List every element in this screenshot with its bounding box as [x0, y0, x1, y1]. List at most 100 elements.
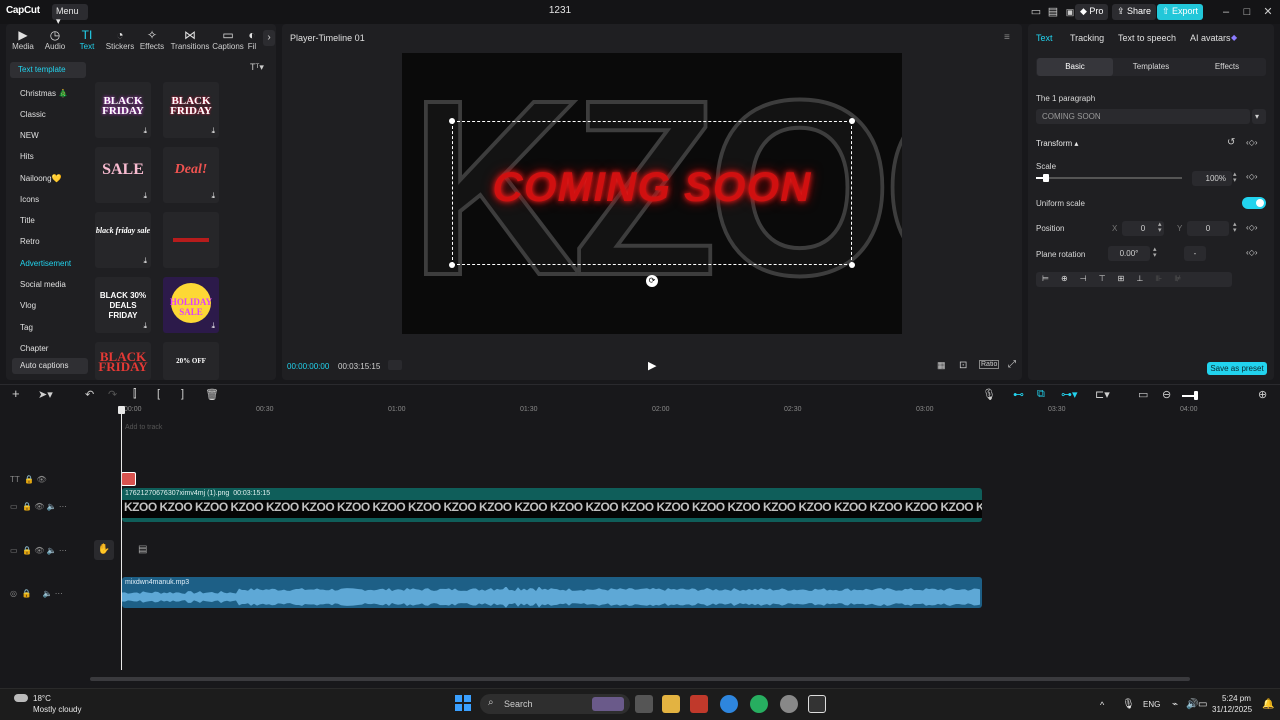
shortcuts-icon[interactable]: ▤ [1045, 4, 1061, 20]
tab-transitions[interactable]: ⋈ Transitions [170, 28, 210, 51]
transform-section[interactable]: Transform ▴ [1036, 139, 1078, 148]
template-thumb[interactable]: BLACK 30% DEALS FRIDAY ⤓ [95, 277, 151, 333]
pro-button[interactable]: ◆ Pro [1075, 4, 1109, 20]
uniform-scale-toggle[interactable] [1242, 197, 1266, 209]
lock-icon[interactable]: 🔒 [22, 546, 32, 555]
file-explorer-icon[interactable] [662, 695, 680, 713]
lock-icon[interactable]: 🔒 [21, 589, 31, 598]
clock-time[interactable]: 5:24 pm [1222, 694, 1251, 703]
capcut-taskbar-icon[interactable] [808, 695, 826, 713]
keyframe-icon[interactable]: ‹◇› [1246, 138, 1257, 147]
download-icon[interactable]: ⤓ [143, 321, 147, 331]
task-view-icon[interactable] [635, 695, 653, 713]
category-auto-captions[interactable]: Auto captions [12, 358, 88, 374]
tab-filters[interactable]: ◐ Fil [244, 28, 260, 51]
more-icon[interactable]: ⋯ [55, 589, 63, 598]
template-thumb[interactable] [163, 212, 219, 268]
taskbar-search[interactable]: ⌕ Search [480, 694, 630, 714]
tab-audio[interactable]: ◷ Audio [38, 28, 72, 51]
language-indicator[interactable]: ENG [1143, 700, 1160, 709]
template-thumb[interactable]: Deal! ⤓ [163, 147, 219, 203]
captions-track-icon[interactable]: ▭ [1138, 388, 1148, 401]
tab-effects[interactable]: ✧ Effects [135, 28, 169, 51]
download-icon[interactable]: ⤓ [211, 126, 215, 136]
lock-icon[interactable]: 🔒 [24, 475, 34, 484]
category-nailoong[interactable]: Nailoong💛 [12, 171, 88, 187]
speaker-icon[interactable]: 🔈 [47, 502, 57, 511]
minimize-icon[interactable]: – [1218, 4, 1234, 20]
weather-temp[interactable]: 18°C [33, 694, 51, 703]
rotate-handle-icon[interactable]: ⟳ [646, 275, 658, 287]
keyframe-icon[interactable]: ‹◇› [1246, 248, 1257, 257]
eye-icon[interactable]: 👁 [34, 546, 44, 555]
share-button[interactable]: ⇪ Share [1112, 4, 1157, 20]
template-thumb[interactable]: BLACK FRIDAY ⤓ [95, 82, 151, 138]
download-icon[interactable]: ⤓ [143, 256, 147, 266]
mic-tray-icon[interactable]: 🎙 [1122, 699, 1135, 710]
network-icon[interactable]: ⌁ [1172, 699, 1178, 710]
split-icon[interactable]: ⫿ [133, 388, 137, 401]
category-christmas[interactable]: Christmas 🎄 [12, 86, 88, 102]
download-icon[interactable]: ⤓ [143, 191, 147, 201]
category-retro[interactable]: Retro [12, 234, 88, 250]
windows-start-icon[interactable] [455, 695, 471, 711]
template-thumb[interactable]: BLACK FRIDAY ⤓ [163, 82, 219, 138]
app-icon[interactable] [690, 695, 708, 713]
zoom-out-icon[interactable]: ⊖ [1162, 388, 1171, 401]
scale-stepper[interactable]: ▴ ▾ [1233, 171, 1237, 184]
add-track-icon[interactable]: + [12, 386, 20, 401]
template-thumb[interactable]: 20% OFF [163, 342, 219, 380]
fullscreen-icon[interactable]: ⤢ [1008, 359, 1016, 370]
timecode-mode-icon[interactable] [388, 360, 402, 370]
chrome-icon[interactable] [720, 695, 738, 713]
tab-text-to-speech[interactable]: Text to speech [1118, 33, 1176, 43]
rotation-stepper[interactable]: ▴ ▾ [1153, 246, 1157, 259]
template-thumb[interactable]: BLACK FRIDAY [95, 342, 151, 380]
speaker-icon[interactable]: 🔈 [47, 546, 57, 555]
paragraph-text-field[interactable]: COMING SOON [1036, 109, 1250, 124]
chrome-profile-icon[interactable] [750, 695, 768, 713]
download-icon[interactable]: ⤓ [211, 321, 215, 331]
playhead[interactable] [121, 408, 122, 670]
resize-handle[interactable] [449, 262, 455, 268]
timeline-scrollbar[interactable] [90, 677, 1190, 681]
play-button[interactable]: ▶ [648, 359, 656, 372]
undo-icon[interactable]: ↶ [85, 388, 94, 401]
resize-handle[interactable] [449, 118, 455, 124]
select-tool-icon[interactable]: ➤▾ [38, 388, 53, 401]
eye-icon[interactable]: 👁 [36, 475, 46, 484]
download-icon[interactable]: ⤓ [143, 126, 147, 136]
speaker-icon[interactable]: 🔈 [43, 589, 53, 598]
category-tag[interactable]: Tag [12, 320, 88, 336]
text-clip[interactable] [121, 472, 136, 486]
category-title[interactable]: Title [12, 213, 88, 229]
rotation-field[interactable]: 0.00° [1108, 246, 1150, 261]
layout-icon[interactable]: ▭ [1028, 4, 1044, 20]
redo-icon[interactable]: ↷ [108, 388, 117, 401]
tray-chevron-icon[interactable]: ^ [1100, 700, 1104, 710]
keyframe-icon[interactable]: ‹◇› [1246, 223, 1257, 232]
eye-icon[interactable]: 👁 [34, 502, 44, 511]
scale-slider-knob[interactable] [1043, 174, 1050, 182]
snap-icon[interactable]: ⊶▾ [1061, 388, 1078, 401]
split-right-icon[interactable]: ] [181, 388, 184, 400]
split-left-icon[interactable]: [ [157, 388, 160, 400]
category-text-template[interactable]: Text template [10, 62, 86, 78]
template-thumb[interactable]: black friday sale ⤓ [95, 212, 151, 268]
ratio-button[interactable]: Ratio [979, 360, 1000, 369]
more-icon[interactable]: ⋯ [59, 546, 67, 555]
align-toolbar[interactable]: ⊨⊕⊣⊤⊞⊥⊪⊯ [1036, 272, 1232, 287]
text-selection-box[interactable] [449, 118, 855, 268]
volume-icon[interactable]: 🔊 [1186, 699, 1198, 710]
template-thumb[interactable]: HOLIDAY SALE ⤓ [163, 277, 219, 333]
category-advertisement[interactable]: Advertisement [12, 256, 88, 272]
notification-icon[interactable]: 🔔 [1262, 699, 1274, 710]
clock-date[interactable]: 31/12/2025 [1212, 705, 1252, 714]
category-icons[interactable]: Icons [12, 192, 88, 208]
maximize-icon[interactable]: □ [1239, 4, 1255, 20]
subtab-templates[interactable]: Templates [1113, 58, 1189, 76]
tab-captions[interactable]: ▭ Captions [211, 28, 245, 51]
delete-icon[interactable]: 🗑 [205, 388, 219, 401]
tab-ai-avatars[interactable]: AI avatars [1190, 33, 1231, 43]
pos-y-stepper[interactable]: ▴ ▾ [1233, 221, 1237, 234]
